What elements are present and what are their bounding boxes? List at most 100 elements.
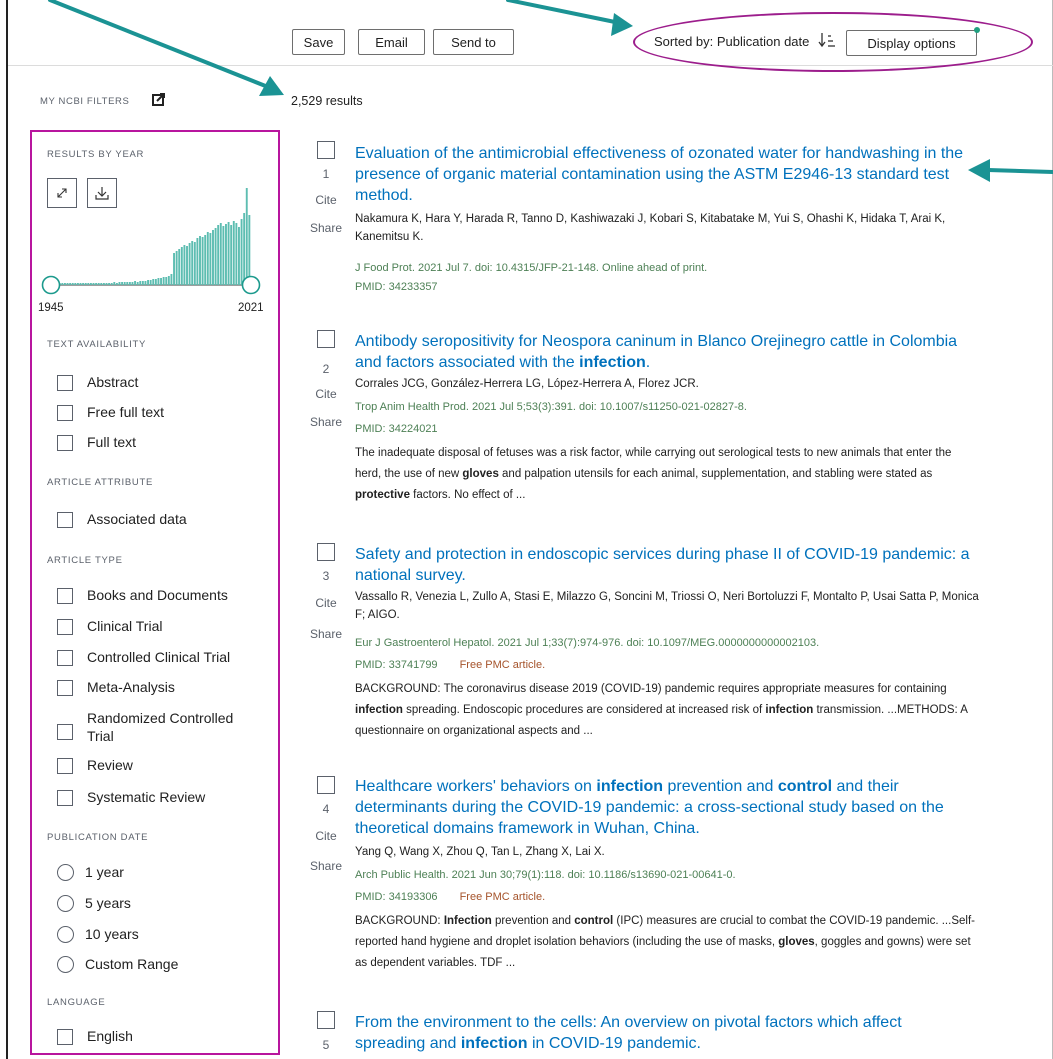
page-frame: Save Email Send to Sorted by: Publicatio… xyxy=(6,0,1053,1059)
histogram-bar xyxy=(110,283,113,285)
date-10-years[interactable]: 10 years xyxy=(57,926,139,943)
radio-button[interactable] xyxy=(57,895,74,912)
histogram-bar xyxy=(118,282,121,285)
result-title-link[interactable]: Antibody seropositivity for Neospora can… xyxy=(355,331,975,373)
cite-button[interactable]: Cite xyxy=(306,193,346,207)
date-custom-range[interactable]: Custom Range xyxy=(57,956,178,973)
filter-review[interactable]: Review xyxy=(57,757,133,774)
filter-full-text[interactable]: Full text xyxy=(57,434,136,451)
checkbox[interactable] xyxy=(57,680,73,696)
share-button[interactable]: Share xyxy=(306,415,346,429)
checkbox[interactable] xyxy=(57,512,73,528)
my-ncbi-filters-link[interactable]: MY NCBI FILTERS xyxy=(40,96,129,107)
filter-english[interactable]: English xyxy=(57,1028,133,1045)
external-link-icon[interactable] xyxy=(152,93,165,106)
histogram-bar xyxy=(160,278,162,285)
checkbox[interactable] xyxy=(57,588,73,604)
share-button[interactable]: Share xyxy=(306,859,346,873)
result-pmid: PMID: 34233357 xyxy=(355,281,438,293)
result-checkbox[interactable] xyxy=(317,543,335,561)
radio-button[interactable] xyxy=(57,956,74,973)
share-button[interactable]: Share xyxy=(306,627,346,641)
filter-randomized-controlled-trial[interactable]: Randomized Controlled Trial xyxy=(57,709,247,745)
filter-label: Meta-Analysis xyxy=(87,679,175,695)
histogram-bar xyxy=(82,283,85,285)
date-5-years[interactable]: 5 years xyxy=(57,895,131,912)
checkbox[interactable] xyxy=(57,405,73,421)
filter-label: Controlled Clinical Trial xyxy=(87,649,231,665)
cite-button[interactable]: Cite xyxy=(306,596,346,610)
checkbox[interactable] xyxy=(57,375,73,391)
send-to-button[interactable]: Send to xyxy=(433,29,514,55)
share-button[interactable]: Share xyxy=(306,221,346,235)
sort-descending-icon[interactable] xyxy=(818,32,836,48)
checkbox[interactable] xyxy=(57,650,73,666)
title-text: prevention and xyxy=(663,778,778,795)
result-checkbox[interactable] xyxy=(317,1011,335,1029)
radio-button[interactable] xyxy=(57,926,74,943)
text-availability-heading: TEXT AVAILABILITY xyxy=(47,339,147,350)
histogram-bar xyxy=(193,242,196,285)
result-citation: Arch Public Health. 2021 Jun 30;79(1):11… xyxy=(355,869,736,881)
checkbox[interactable] xyxy=(57,724,73,740)
result-checkbox[interactable] xyxy=(317,141,335,159)
filter-label: Associated data xyxy=(87,511,187,527)
result-title-link[interactable]: Safety and protection in endoscopic serv… xyxy=(355,544,975,586)
filter-label: Randomized Controlled Trial xyxy=(87,710,234,744)
histogram-bar xyxy=(108,283,111,285)
filter-controlled-clinical-trial[interactable]: Controlled Clinical Trial xyxy=(57,649,230,666)
free-pmc-article-link[interactable]: Free PMC article. xyxy=(460,891,546,903)
radio-button[interactable] xyxy=(57,864,74,881)
result-checkbox[interactable] xyxy=(317,776,335,794)
cite-button[interactable]: Cite xyxy=(306,387,346,401)
result-number: 1 xyxy=(322,167,330,181)
result-authors: Vassallo R, Venezia L, Zullo A, Stasi E,… xyxy=(355,591,979,621)
filter-associated-data[interactable]: Associated data xyxy=(57,511,187,528)
histogram-bar xyxy=(227,222,230,285)
histogram-bar xyxy=(92,283,95,285)
histogram-bar xyxy=(173,253,175,285)
histogram-bar xyxy=(204,235,207,285)
histogram-bar xyxy=(248,215,251,285)
filter-label: 1 year xyxy=(85,864,124,880)
checkbox[interactable] xyxy=(57,758,73,774)
snippet-highlight: gloves xyxy=(462,468,499,480)
result-authors: Corrales JCG, González-Herrera LG, López… xyxy=(355,378,699,390)
histogram-bar xyxy=(206,232,209,285)
histogram-bar xyxy=(170,274,173,285)
checkbox[interactable] xyxy=(57,1029,73,1045)
histogram-bar xyxy=(113,282,116,285)
year-slider-end-handle[interactable] xyxy=(241,275,261,295)
filter-systematic-review[interactable]: Systematic Review xyxy=(57,789,205,806)
filter-books-and-documents[interactable]: Books and Documents xyxy=(57,587,228,604)
year-slider-start-handle[interactable] xyxy=(41,275,61,295)
results-by-year-histogram[interactable] xyxy=(41,175,261,295)
histogram-bar xyxy=(199,236,201,285)
free-pmc-article-link[interactable]: Free PMC article. xyxy=(460,659,546,671)
checkbox[interactable] xyxy=(57,619,73,635)
filter-label: Abstract xyxy=(87,374,139,390)
histogram-bar xyxy=(238,227,240,285)
email-button[interactable]: Email xyxy=(358,29,425,55)
histogram-bar xyxy=(196,238,199,285)
filter-free-full-text[interactable]: Free full text xyxy=(57,404,164,421)
checkbox[interactable] xyxy=(57,790,73,806)
filter-abstract[interactable]: Abstract xyxy=(57,374,138,391)
display-options-button[interactable]: Display options xyxy=(846,30,977,56)
result-citation: J Food Prot. 2021 Jul 7. doi: 10.4315/JF… xyxy=(355,262,708,274)
filter-meta-analysis[interactable]: Meta-Analysis xyxy=(57,679,175,696)
save-button[interactable]: Save xyxy=(292,29,345,55)
result-title-link[interactable]: Healthcare workers' behaviors on infecti… xyxy=(355,776,975,839)
result-checkbox[interactable] xyxy=(317,330,335,348)
histogram-bar xyxy=(154,279,157,285)
article-type-heading: ARTICLE TYPE xyxy=(47,555,123,566)
histogram-bar xyxy=(128,282,131,285)
result-title-link[interactable]: Evaluation of the antimicrobial effectiv… xyxy=(355,143,975,206)
checkbox[interactable] xyxy=(57,435,73,451)
date-1-year[interactable]: 1 year xyxy=(57,864,124,881)
title-text: Healthcare workers' behaviors on xyxy=(355,778,597,795)
sort-label[interactable]: Sorted by: Publication date xyxy=(654,34,809,49)
filter-clinical-trial[interactable]: Clinical Trial xyxy=(57,618,162,635)
result-title-link[interactable]: From the environment to the cells: An ov… xyxy=(355,1012,975,1054)
cite-button[interactable]: Cite xyxy=(306,829,346,843)
